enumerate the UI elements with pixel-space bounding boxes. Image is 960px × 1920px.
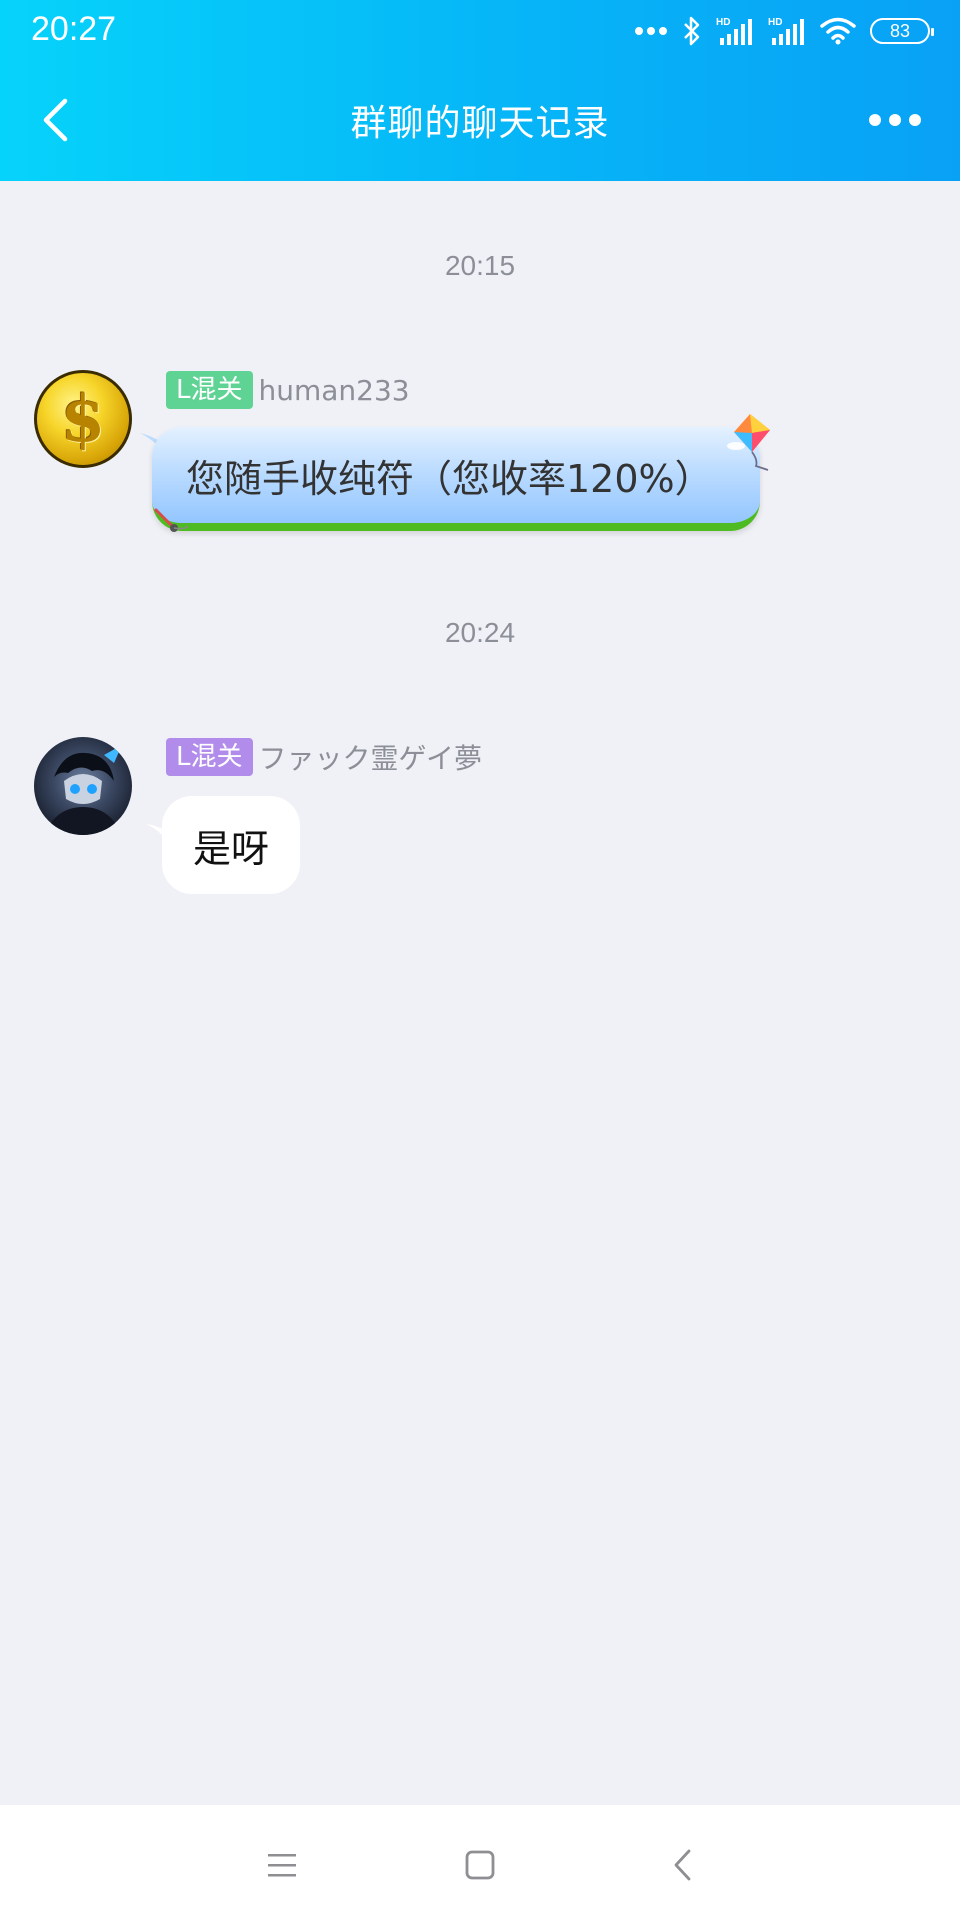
page-title: 群聊的聊天记录 — [350, 103, 610, 144]
more-options-button[interactable] — [860, 90, 930, 150]
menu-icon — [268, 1854, 296, 1877]
timestamp: 20:15 — [444, 250, 516, 281]
battery-icon: 83 — [870, 18, 934, 44]
sender-name[interactable]: ファック霊ゲイ夢 — [259, 737, 482, 777]
sender-line: L混关 ファック霊ゲイ夢 — [166, 738, 482, 776]
status-bar: 20:27 HD HD 83 — [0, 0, 960, 60]
message-bubble[interactable]: 您随手收纯符（您收率120%） — [152, 427, 760, 531]
status-icons: HD HD 83 — [634, 14, 934, 48]
avatar[interactable]: $ — [34, 370, 132, 468]
more-horizontal-icon — [889, 114, 901, 126]
avatar[interactable] — [34, 737, 132, 835]
svg-text:HD: HD — [768, 17, 782, 28]
svg-text:HD: HD — [716, 17, 730, 28]
home-button[interactable] — [450, 1835, 510, 1895]
sender-name[interactable]: human233 — [259, 374, 410, 407]
kite-string-icon — [154, 508, 189, 532]
member-badge: L混关 — [166, 738, 253, 776]
message-text: 是呀 — [192, 826, 269, 871]
member-badge: L混关 — [166, 371, 253, 409]
more-dots-icon — [635, 27, 667, 35]
more-horizontal-icon — [909, 114, 921, 126]
kite-icon — [727, 414, 770, 471]
header: 20:27 HD HD 83 群聊的聊天记录 — [0, 0, 960, 181]
message-bubble[interactable]: 是呀 — [162, 796, 300, 894]
status-time: 20:27 — [31, 10, 117, 48]
home-square-icon — [465, 1850, 495, 1880]
dollar-coin-icon: $ — [60, 381, 106, 457]
back-nav-button[interactable] — [652, 1835, 712, 1895]
sender-line: L混关 human233 — [166, 371, 410, 409]
timestamp: 20:24 — [444, 617, 516, 648]
message-text: 您随手收纯符（您收率120%） — [186, 456, 713, 501]
battery-level: 83 — [889, 20, 911, 41]
bluetooth-icon — [684, 16, 700, 46]
back-triangle-icon — [674, 1849, 691, 1881]
anime-character-icon — [44, 745, 122, 835]
signal-hd-icon: HD — [716, 17, 752, 45]
system-navigation-bar — [0, 1805, 960, 1920]
menu-button[interactable] — [252, 1835, 312, 1895]
nav-bar: 群聊的聊天记录 — [0, 60, 960, 181]
signal-hd-icon: HD — [768, 17, 804, 45]
more-horizontal-icon — [869, 114, 881, 126]
wifi-icon — [820, 17, 856, 45]
